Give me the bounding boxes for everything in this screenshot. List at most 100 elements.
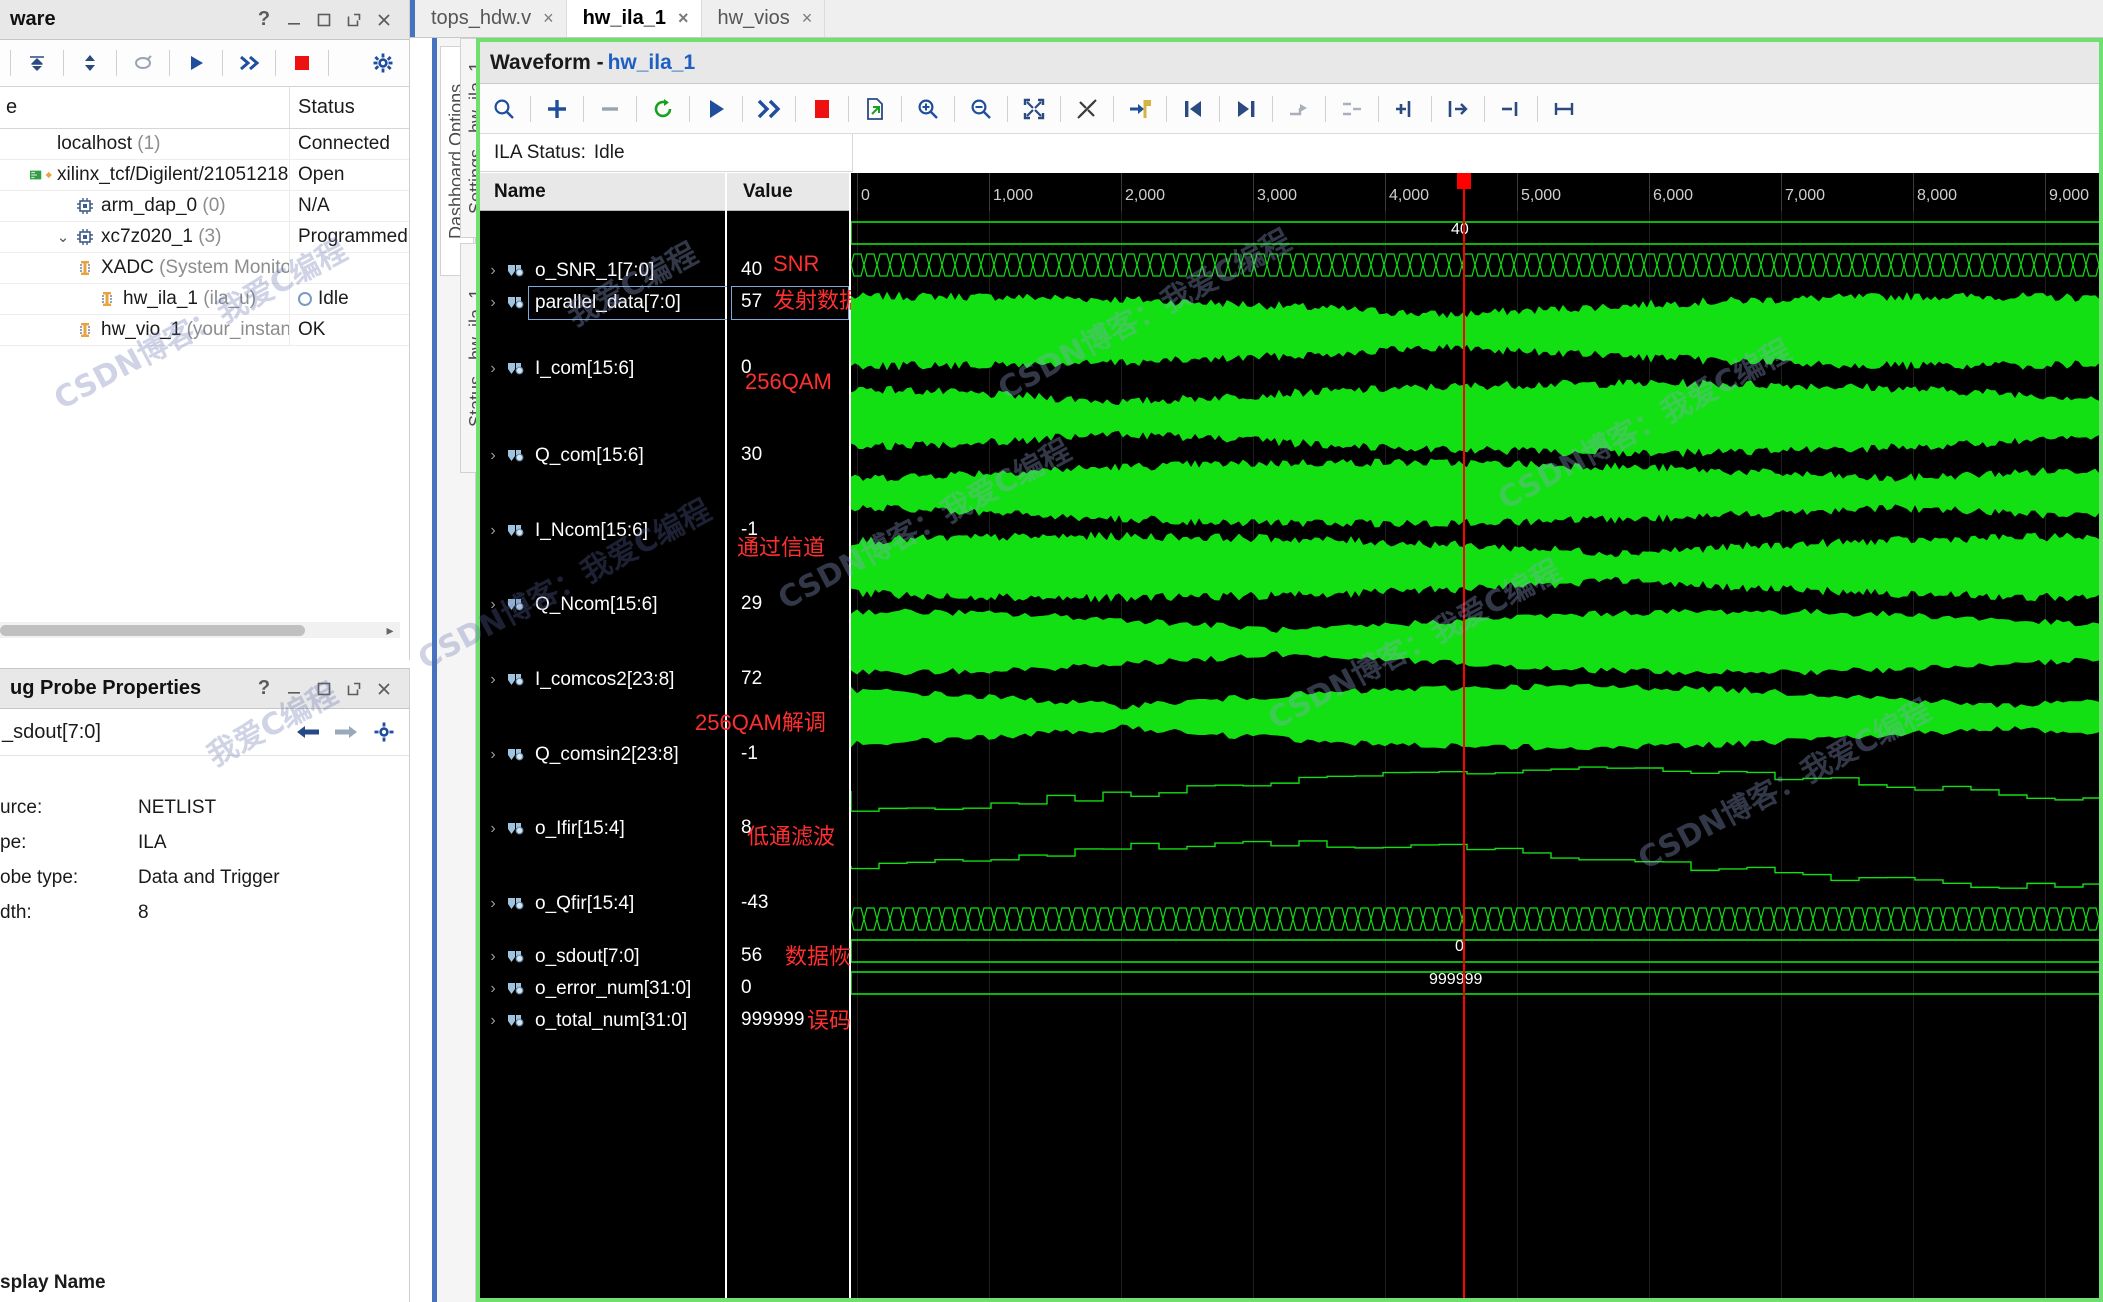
gear-icon[interactable] (363, 44, 403, 82)
signal-expander-icon[interactable]: › (480, 948, 506, 966)
signal-row[interactable]: › o_Ifir[15:4] (480, 815, 725, 843)
run-trigger-icon[interactable] (176, 44, 216, 82)
signal-expander-icon[interactable]: › (480, 895, 506, 913)
editor-tab-hw-ila-1[interactable]: hw_ila_1 × (566, 0, 702, 37)
wave-trace (851, 253, 2099, 277)
hardware-item-name: XADC (101, 257, 154, 278)
zoom-in-icon[interactable] (908, 90, 948, 128)
signal-expander-icon[interactable]: › (480, 980, 506, 998)
back-arrow-icon[interactable] (289, 713, 327, 751)
time-cursor[interactable] (1457, 173, 1471, 1298)
signal-expander-icon[interactable]: › (480, 522, 506, 540)
goto-trigger-icon[interactable] (1120, 90, 1160, 128)
float-icon[interactable] (339, 674, 369, 704)
signal-name-column[interactable]: Name › o_SNR_1[7:0] › parallel_data[7:0] › I_… (480, 173, 728, 1298)
close-icon[interactable]: × (802, 8, 813, 29)
rename-icon[interactable] (1491, 90, 1531, 128)
next-transition-icon[interactable] (1226, 90, 1266, 128)
refresh-device-icon[interactable] (123, 44, 163, 82)
signal-expander-icon[interactable]: › (480, 360, 506, 378)
tree-expander-icon[interactable]: ⌄ (52, 228, 74, 246)
signal-expander-icon[interactable]: › (480, 820, 506, 838)
signal-row[interactable]: › o_Qfir[15:4] (480, 890, 725, 918)
signal-row[interactable]: › o_SNR_1[7:0] (480, 257, 725, 285)
zoom-out-icon[interactable] (961, 90, 1001, 128)
export-waveform-icon[interactable] (855, 90, 895, 128)
signal-expander-icon[interactable]: › (480, 596, 506, 614)
add-group-icon[interactable] (1332, 90, 1372, 128)
scroll-right-icon[interactable]: ▸ (380, 622, 400, 638)
signal-row[interactable]: › o_sdout[7:0] (480, 943, 725, 971)
close-icon[interactable] (369, 5, 399, 35)
hardware-tree-row[interactable]: arm_dap_0 (0) N/A (0, 191, 409, 222)
remove-probe-icon[interactable] (590, 90, 630, 128)
signal-expander-icon[interactable]: › (480, 294, 506, 312)
signal-name: o_sdout[7:0] (535, 946, 640, 967)
run-trigger-icon[interactable] (696, 90, 736, 128)
signal-name: o_SNR_1[7:0] (535, 260, 655, 281)
minimize-icon[interactable] (279, 674, 309, 704)
hardware-tree-row[interactable]: hw_ila_1 (ila_u) Idle (0, 284, 409, 315)
add-marker-icon[interactable] (1279, 90, 1319, 128)
editor-tab-label: hw_vios (717, 6, 790, 29)
gear-icon[interactable] (365, 713, 403, 751)
help-icon[interactable]: ? (249, 5, 279, 35)
waveform-window: Waveform - hw_ila_1 ILA Status: Idle Nam… (476, 38, 2103, 1302)
signal-expander-icon[interactable]: › (480, 262, 506, 280)
float-icon[interactable] (339, 5, 369, 35)
maximize-icon[interactable] (309, 674, 339, 704)
waveform-canvas[interactable]: 0 1,000 2,000 3,000 4,000 5,000 6,000 7,000 8,00… (851, 173, 2099, 1298)
refresh-icon[interactable] (643, 90, 683, 128)
stop-trigger-icon[interactable] (802, 90, 842, 128)
signal-row[interactable]: › I_Ncom[15:6] (480, 517, 725, 545)
zoom-cancel-icon[interactable] (1067, 90, 1107, 128)
new-divider-icon[interactable] (1438, 90, 1478, 128)
close-icon[interactable]: × (678, 8, 689, 29)
previous-transition-icon[interactable] (1173, 90, 1213, 128)
hardware-tree-row[interactable]: localhost (1) Connected (0, 129, 409, 160)
signal-expander-icon[interactable]: › (480, 1012, 506, 1030)
hardware-tree-row[interactable]: xilinx_tcf/Digilent/210512180081 (Open (0, 160, 409, 191)
signal-expander-icon[interactable]: › (480, 746, 506, 764)
signal-value-column[interactable]: Value 40 57 0 30 -1 29 72 -1 8 -43 56 0 999999 SNR 发射数… (695, 173, 895, 1298)
hardware-tree-row[interactable]: hw_vio_1 (your_instance_nam OK (0, 315, 409, 346)
forward-arrow-icon[interactable] (327, 713, 365, 751)
help-icon[interactable]: ? (249, 674, 279, 704)
probe-property-value: Data and Trigger (138, 867, 280, 888)
hardware-tree-row[interactable]: XADC (System Monitor) (0, 253, 409, 284)
hardware-horizontal-scrollbar[interactable]: ▸ (0, 622, 400, 638)
search-icon[interactable] (484, 90, 524, 128)
signal-row[interactable]: › o_total_num[31:0] (480, 1007, 725, 1035)
time-cursor-handle[interactable] (1457, 173, 1471, 189)
expand-collapse-icon[interactable] (70, 44, 110, 82)
hardware-toolbar (0, 40, 409, 87)
scrollbar-thumb[interactable] (0, 625, 305, 636)
signal-row[interactable]: › Q_com[15:6] (480, 442, 725, 470)
run-trigger-immediate-icon[interactable] (749, 90, 789, 128)
maximize-icon[interactable] (309, 5, 339, 35)
bus-probe-icon (506, 747, 528, 763)
hardware-tree[interactable]: e Status localhost (1) Connected xilinx_tc… (0, 87, 409, 346)
signal-row[interactable]: › o_error_num[31:0] (480, 975, 725, 1003)
signal-row[interactable]: › I_comcos2[23:8] (480, 666, 725, 694)
close-icon[interactable] (369, 674, 399, 704)
zoom-fit-icon[interactable] (1014, 90, 1054, 128)
signal-row[interactable]: › Q_Ncom[15:6] (480, 591, 725, 619)
measure-icon[interactable] (1544, 90, 1584, 128)
add-bus-icon[interactable] (1385, 90, 1425, 128)
minimize-icon[interactable] (279, 5, 309, 35)
close-icon[interactable]: × (543, 8, 554, 29)
signal-expander-icon[interactable]: › (480, 671, 506, 689)
debug-probe-properties-title: ug Probe Properties (10, 677, 202, 699)
run-trigger-immediate-icon[interactable] (229, 44, 269, 82)
collapse-all-icon[interactable] (17, 44, 57, 82)
signal-row[interactable]: › Q_comsin2[23:8] (480, 741, 725, 769)
signal-expander-icon[interactable]: › (480, 447, 506, 465)
stop-trigger-icon[interactable] (282, 44, 322, 82)
hardware-tree-row[interactable]: ⌄ xc7z020_1 (3) Programmed (0, 222, 409, 253)
signal-row[interactable]: › parallel_data[7:0] (480, 289, 725, 317)
editor-tab-tops-hdw-v[interactable]: tops_hdw.v × (415, 0, 567, 37)
add-probe-icon[interactable] (537, 90, 577, 128)
signal-row[interactable]: › I_com[15:6] (480, 355, 725, 383)
editor-tab-hw-vios[interactable]: hw_vios × (701, 0, 826, 37)
